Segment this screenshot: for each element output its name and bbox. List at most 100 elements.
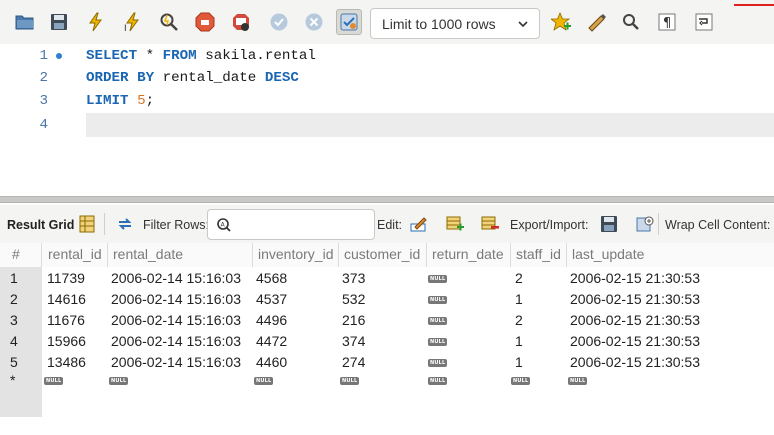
cell-rental-id[interactable]: 11676 [47,310,85,331]
new-row-cell[interactable]: NULL [511,373,531,394]
cell-return-date[interactable]: NULL [428,331,448,352]
limit-rows-select[interactable]: Limit to 1000 rows [370,8,540,39]
filter-rows-input[interactable]: A [207,209,375,240]
table-row[interactable]: 1 11739 2006-02-14 15:16:03 4568 373 NULL 2 200… [0,268,774,289]
cell-inventory-id[interactable]: 4472 [256,331,287,352]
sql-keyword: ORDER BY [86,70,155,86]
sql-text: rental_date [154,70,265,86]
row-number: 2 [10,291,18,307]
edit-row-icon[interactable] [410,215,428,233]
column-header-last-update[interactable]: last_update [567,243,774,267]
table-row[interactable]: 2 14616 2006-02-14 15:16:03 4537 532 NULL 1 200… [0,289,774,310]
cell-rental-date[interactable]: 2006-02-14 15:16:03 [111,331,241,352]
commit-icon[interactable] [266,9,292,35]
execute-current-icon[interactable]: I [120,9,146,35]
new-row[interactable]: * NULL NULL NULL NULL NULL NULL NULL [0,373,774,394]
sql-text: * [137,48,163,64]
cell-inventory-id[interactable]: 4496 [256,310,287,331]
table-row[interactable]: 4 15966 2006-02-14 15:16:03 4472 374 NULL 1 200… [0,331,774,352]
sql-text: ; [145,93,155,109]
cell-customer-id[interactable]: 373 [342,268,365,289]
new-row-cell[interactable]: NULL [340,373,360,394]
cell-customer-id[interactable]: 532 [342,289,365,310]
cell-last-update[interactable]: 2006-02-15 21:30:53 [570,310,700,331]
open-folder-icon[interactable] [12,9,38,35]
invisible-chars-icon[interactable]: ¶ [654,9,680,35]
cell-last-update[interactable]: 2006-02-15 21:30:53 [570,352,700,373]
new-row-cell[interactable]: NULL [254,373,274,394]
cell-return-date[interactable]: NULL [428,268,448,289]
wrap-icon[interactable] [691,9,717,35]
cell-staff-id[interactable]: 1 [515,331,523,352]
table-row[interactable]: 3 11676 2006-02-14 15:16:03 4496 216 NULL 2 200… [0,310,774,331]
stop-icon[interactable] [192,9,218,35]
cell-last-update[interactable]: 2006-02-15 21:30:53 [570,331,700,352]
code-line-2: ORDER BY rental_date DESC [86,66,299,90]
cell-return-date[interactable]: NULL [428,352,448,373]
cell-customer-id[interactable]: 274 [342,352,365,373]
cell-rental-id[interactable]: 11739 [47,268,85,289]
add-snippet-icon[interactable] [548,9,574,35]
cell-rental-date[interactable]: 2006-02-14 15:16:03 [111,289,241,310]
column-header-return-date[interactable]: return_date [427,243,511,267]
cell-staff-id[interactable]: 1 [515,352,523,373]
result-grid-tab[interactable]: Result Grid [7,218,74,232]
cell-staff-id[interactable]: 2 [515,268,523,289]
cell-inventory-id[interactable]: 4460 [256,352,287,373]
beautify-icon[interactable] [584,9,610,35]
sql-keyword: FROM [162,48,197,64]
null-badge: NULL [428,377,448,386]
import-icon[interactable] [636,215,654,233]
cell-rental-id[interactable]: 13486 [47,352,86,373]
save-icon[interactable] [46,9,72,35]
cell-inventory-id[interactable]: 4537 [256,289,287,310]
find-icon[interactable] [618,9,644,35]
toggle-continue-icon[interactable] [228,9,254,35]
rollback-icon[interactable] [301,9,327,35]
search-icon: A [217,218,231,232]
export-import-label: Export/Import: [510,218,589,232]
new-row-cell[interactable]: NULL [44,373,64,394]
sql-text: sakila.rental [196,48,316,64]
cell-return-date[interactable]: NULL [428,289,448,310]
result-grid[interactable]: # rental_id rental_date inventory_id cus… [0,243,774,435]
autocommit-icon[interactable] [336,9,362,35]
insert-row-icon[interactable] [446,215,464,233]
export-icon[interactable] [600,215,618,233]
cell-rental-date[interactable]: 2006-02-14 15:16:03 [111,310,241,331]
column-header-customer-id[interactable]: customer_id [339,243,427,267]
sql-keyword: LIMIT [86,93,129,109]
new-row-cell[interactable]: NULL [109,373,129,394]
column-header-rental-date[interactable]: rental_date [108,243,253,267]
window-accent-line [734,4,774,6]
explain-icon[interactable] [156,9,182,35]
sql-editor[interactable]: 1 SELECT * FROM sakila.rental 2 ORDER BY… [0,44,774,194]
table-row[interactable]: 5 13486 2006-02-14 15:16:03 4460 274 NULL 1 200… [0,352,774,373]
cell-last-update[interactable]: 2006-02-15 21:30:53 [570,289,700,310]
column-header-staff-id[interactable]: staff_id [511,243,567,267]
edit-label: Edit: [377,218,403,232]
panel-splitter[interactable] [0,196,774,203]
code-line-3: LIMIT 5; [86,89,154,113]
column-header-rental-id[interactable]: rental_id [42,243,108,267]
cell-return-date[interactable]: NULL [428,310,448,331]
execute-icon[interactable] [83,9,109,35]
column-header-inventory-id[interactable]: inventory_id [253,243,339,267]
cell-rental-date[interactable]: 2006-02-14 15:16:03 [111,268,241,289]
cell-rental-id[interactable]: 14616 [47,289,86,310]
cell-last-update[interactable]: 2006-02-15 21:30:53 [570,268,700,289]
grid-layout-icon[interactable] [79,215,97,233]
cell-rental-id[interactable]: 15966 [47,331,86,352]
cell-staff-id[interactable]: 2 [515,310,523,331]
delete-row-icon[interactable] [481,215,499,233]
cell-rental-date[interactable]: 2006-02-14 15:16:03 [111,352,241,373]
row-number: 1 [10,270,18,286]
cell-customer-id[interactable]: 216 [342,310,365,331]
new-row-cell[interactable]: NULL [568,373,588,394]
refresh-icon[interactable] [116,215,134,233]
cell-customer-id[interactable]: 374 [342,331,365,352]
new-row-cell[interactable]: NULL [428,373,448,394]
cell-inventory-id[interactable]: 4568 [256,268,287,289]
cell-staff-id[interactable]: 1 [515,289,523,310]
